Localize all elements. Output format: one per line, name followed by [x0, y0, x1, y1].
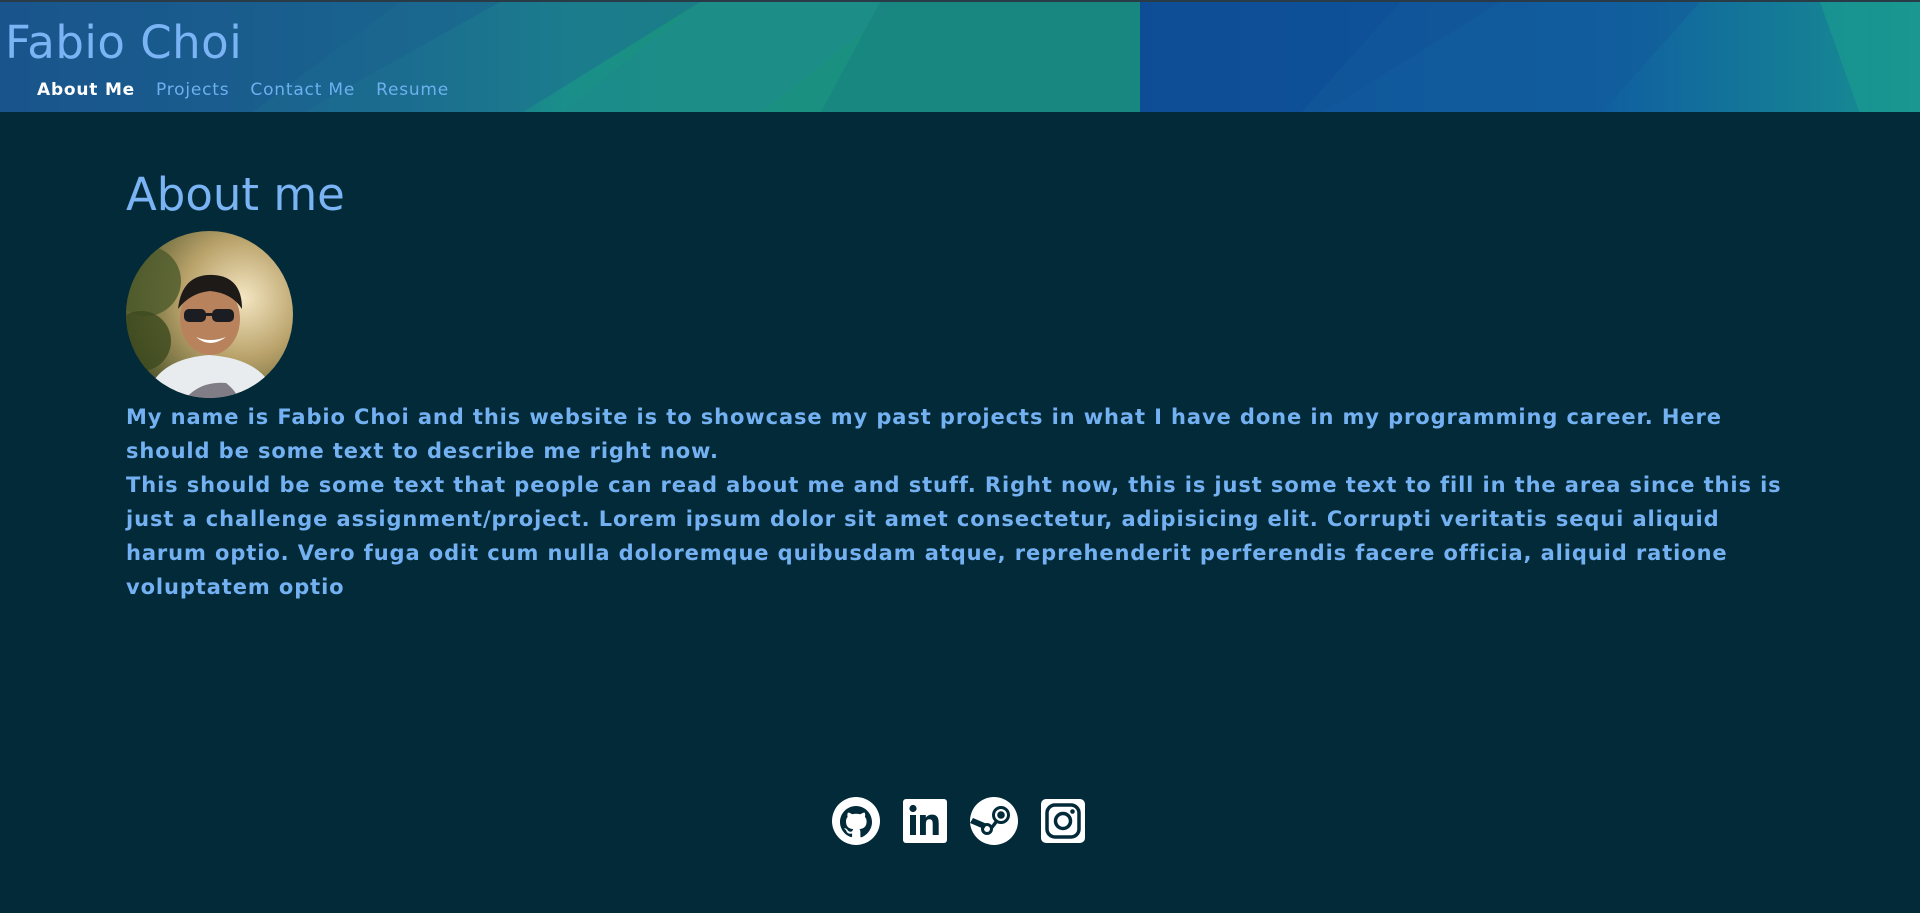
- nav-contact-me[interactable]: Contact Me: [250, 78, 355, 102]
- avatar: [126, 231, 293, 398]
- social-links: [832, 797, 1108, 845]
- instagram-icon[interactable]: [1039, 797, 1087, 845]
- steam-icon[interactable]: [970, 797, 1018, 845]
- bio-text: My name is Fabio Choi and this website i…: [126, 400, 1796, 604]
- nav-resume[interactable]: Resume: [376, 78, 449, 102]
- nav-projects[interactable]: Projects: [156, 78, 229, 102]
- main-nav: About Me Projects Contact Me Resume: [37, 78, 470, 102]
- site-header: Fabio Choi About Me Projects Contact Me …: [0, 0, 1920, 112]
- about-section: About me My name is Fabio Choi and this …: [126, 165, 1796, 604]
- github-icon[interactable]: [832, 797, 880, 845]
- bio-paragraph-2: This should be some text that people can…: [126, 473, 1782, 599]
- linkedin-icon[interactable]: [901, 797, 949, 845]
- site-title[interactable]: Fabio Choi: [5, 16, 242, 70]
- bio-paragraph-1: My name is Fabio Choi and this website i…: [126, 405, 1722, 463]
- nav-about-me[interactable]: About Me: [37, 78, 135, 102]
- profile-photo: [126, 231, 293, 398]
- section-title: About me: [126, 168, 345, 221]
